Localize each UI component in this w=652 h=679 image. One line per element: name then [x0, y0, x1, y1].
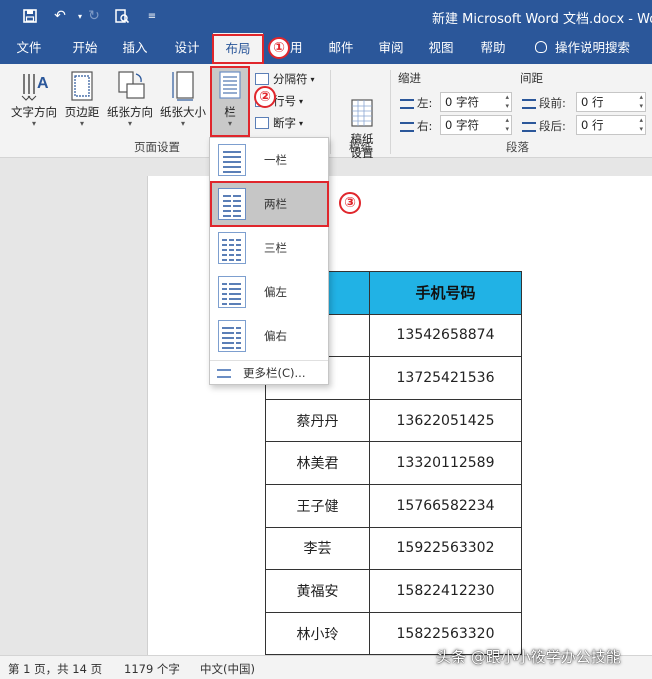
svg-text:A: A: [37, 75, 49, 92]
save-icon[interactable]: [20, 6, 40, 26]
table-row: 王子健 15766582234: [265, 483, 522, 528]
right-column-icon: [218, 320, 246, 352]
chevron-down-icon: ▾: [299, 96, 304, 106]
table-cell[interactable]: 15822412230: [369, 569, 522, 613]
indent-left-label: 左:: [400, 95, 432, 111]
more-columns-icon: [217, 369, 231, 378]
table-cell[interactable]: 王子健: [265, 483, 370, 528]
undo-icon[interactable]: ↶: [50, 6, 70, 26]
lightbulb-icon: [535, 41, 547, 53]
margins-button[interactable]: 页边距 ▾: [62, 68, 102, 132]
space-after-icon: [522, 121, 536, 132]
indent-right-input[interactable]: 0 字符: [440, 115, 512, 135]
tell-me-search[interactable]: 操作说明搜索: [535, 33, 630, 64]
watermark-text: 头条 @跟小小筱学办公技能: [436, 648, 621, 666]
menu-item-right-column[interactable]: 偏右: [210, 314, 328, 358]
redo-icon[interactable]: ↻: [84, 6, 104, 26]
space-before-label: 段前:: [522, 95, 566, 111]
text-direction-button[interactable]: A 文字方向 ▾: [8, 68, 60, 132]
group-separator: [330, 70, 331, 154]
step-badge-3: ③: [339, 192, 361, 214]
customize-quick-access-icon[interactable]: ≡: [142, 6, 162, 26]
table-row: 林美君 13320112589: [265, 441, 522, 485]
tab-help[interactable]: 帮助: [470, 33, 516, 64]
breaks-icon: [255, 73, 269, 85]
chevron-down-icon: ▾: [31, 119, 36, 128]
menu-item-left-column[interactable]: 偏左: [210, 270, 328, 314]
highlight-two-columns: [210, 181, 329, 227]
orientation-button[interactable]: 纸张方向 ▾: [104, 68, 156, 132]
space-before-icon: [522, 98, 536, 109]
status-language[interactable]: 中文(中国): [200, 661, 255, 677]
tab-review[interactable]: 审阅: [368, 33, 414, 64]
table-cell[interactable]: 13320112589: [369, 441, 522, 485]
highlight-columns-button: [210, 66, 250, 137]
chevron-down-icon: ▾: [299, 118, 304, 128]
one-column-icon: [218, 144, 246, 176]
chevron-down-icon: ▾: [180, 119, 185, 128]
table-cell[interactable]: 13542658874: [369, 313, 522, 358]
window-title: 新建 Microsoft Word 文档.docx - Wo: [432, 12, 652, 27]
table-row: 李芸 15922563302: [265, 526, 522, 571]
ribbon-tabs: 文件 开始 插入 设计 布局 引用 邮件 审阅 视图 帮助 操作说明搜索: [0, 33, 652, 64]
table-row: 黄福安 15822412230: [265, 569, 522, 613]
tab-mailings[interactable]: 邮件: [318, 33, 364, 64]
table-cell[interactable]: 林小玲: [265, 611, 370, 656]
indent-right-label: 右:: [400, 118, 432, 134]
columns-dropdown-menu: 一栏 两栏 三栏 偏左 偏右 更多栏(C)...: [209, 137, 329, 385]
tab-view[interactable]: 视图: [418, 33, 464, 64]
highlight-layout-tab: [212, 34, 264, 64]
indent-left-icon: [400, 98, 414, 109]
group-label-draft: 稿纸: [349, 140, 372, 154]
three-columns-icon: [218, 232, 246, 264]
left-column-icon: [218, 276, 246, 308]
orientation-icon: [116, 70, 145, 102]
table-cell[interactable]: 15766582234: [369, 483, 522, 528]
table-row: 蔡丹丹 13622051425: [265, 398, 522, 443]
status-page-count[interactable]: 第 1 页，共 14 页: [8, 661, 102, 677]
tab-home[interactable]: 开始: [62, 33, 108, 64]
table-cell[interactable]: 李芸: [265, 526, 370, 571]
space-after-label: 段后:: [522, 118, 566, 134]
step-badge-1: ①: [268, 37, 290, 59]
page-size-button[interactable]: 纸张大小 ▾: [158, 68, 208, 132]
table-cell[interactable]: 林美君: [265, 441, 370, 485]
table-cell[interactable]: 蔡丹丹: [265, 398, 370, 443]
draft-paper-icon: [348, 84, 376, 127]
group-label-page-setup: 页面设置: [134, 140, 180, 154]
spacing-label: 间距: [520, 71, 543, 85]
table-cell[interactable]: 13725421536: [369, 356, 522, 400]
status-word-count[interactable]: 1179 个字: [124, 661, 180, 677]
tab-insert[interactable]: 插入: [112, 33, 158, 64]
hyphenation-button[interactable]: 断字 ▾: [255, 113, 303, 133]
menu-item-three-columns[interactable]: 三栏: [210, 226, 328, 270]
table-cell[interactable]: 15922563302: [369, 526, 522, 571]
chevron-down-icon: ▾: [310, 74, 315, 84]
table-header-cell[interactable]: 手机号码: [369, 271, 522, 315]
group-separator: [390, 70, 391, 154]
indent-label: 缩进: [398, 71, 421, 85]
page-size-icon: [169, 70, 197, 102]
space-before-input[interactable]: 0 行: [576, 92, 646, 112]
tab-file[interactable]: 文件: [6, 33, 52, 64]
print-preview-icon[interactable]: [112, 6, 132, 26]
hyphenation-icon: [255, 117, 269, 129]
table-cell[interactable]: 黄福安: [265, 569, 370, 613]
draft-paper-button[interactable]: 稿纸 设置: [342, 68, 382, 160]
menu-item-one-column[interactable]: 一栏: [210, 138, 328, 182]
title-bar: ↶ ▾ ↻ ≡ 新建 Microsoft Word 文档.docx - Wo: [0, 0, 652, 33]
space-after-input[interactable]: 0 行: [576, 115, 646, 135]
menu-item-more-columns[interactable]: 更多栏(C)...: [210, 360, 328, 384]
tab-design[interactable]: 设计: [164, 33, 210, 64]
table-cell[interactable]: 13622051425: [369, 398, 522, 443]
margins-icon: [68, 70, 96, 102]
chevron-down-icon: ▾: [127, 119, 132, 128]
indent-left-input[interactable]: 0 字符: [440, 92, 512, 112]
step-badge-2: ②: [254, 86, 276, 108]
text-direction-icon: A: [20, 70, 49, 102]
indent-right-icon: [400, 121, 414, 132]
chevron-down-icon: ▾: [79, 119, 84, 128]
group-label-paragraph: 段落: [506, 140, 529, 154]
